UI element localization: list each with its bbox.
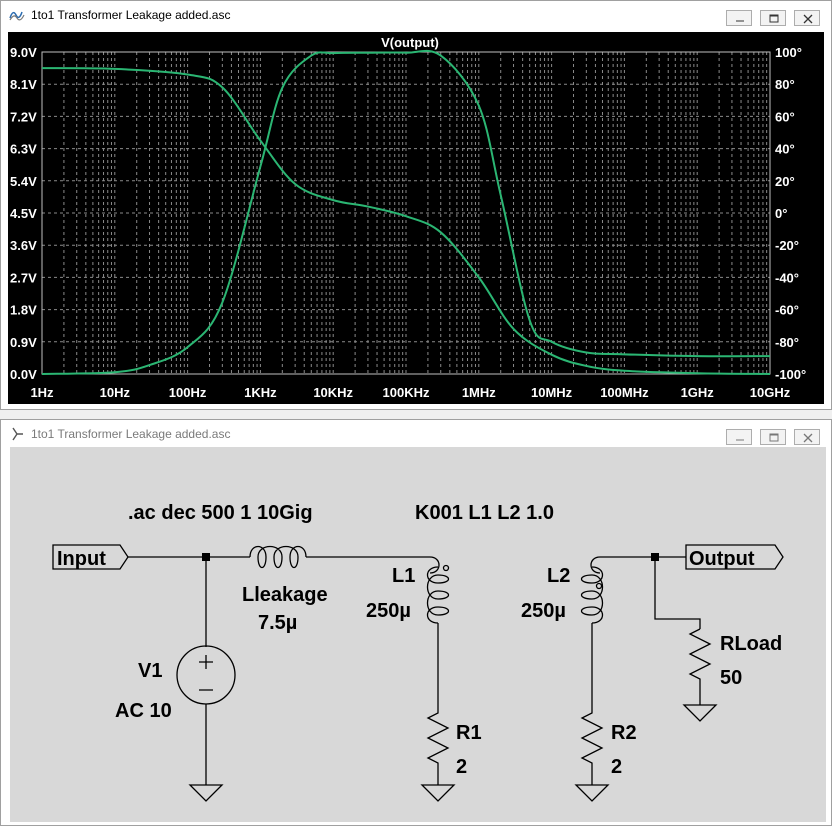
r1-name: R1: [456, 722, 482, 744]
y-right-tick-label: 100°: [775, 45, 802, 60]
schematic-minimize-button[interactable]: [726, 429, 752, 445]
y-left-tick-label: 2.7V: [10, 270, 37, 285]
schematic-close-button[interactable]: [794, 429, 820, 445]
chart-title: V(output): [381, 35, 439, 50]
y-right-tick-label: -20°: [775, 238, 799, 253]
input-label-text: Input: [57, 548, 106, 570]
y-left-tick-label: 5.4V: [10, 174, 37, 189]
y-left-tick-label: 8.1V: [10, 77, 37, 92]
y-right-tick-label: -60°: [775, 303, 799, 318]
l1-name: L1: [392, 565, 415, 587]
x-tick-label: 100MHz: [600, 385, 649, 400]
x-tick-label: 1KHz: [244, 385, 277, 400]
minimize-icon: [736, 439, 744, 441]
y-right-tick-label: 80°: [775, 77, 795, 92]
ac-directive[interactable]: .ac dec 500 1 10Gig: [128, 502, 313, 524]
y-left-tick-label: 0.9V: [10, 335, 37, 350]
plot-window-title: 1to1 Transformer Leakage added.asc: [31, 8, 231, 22]
y-right-tick-label: 20°: [775, 174, 795, 189]
plot-background: [8, 32, 824, 404]
y-left-tick-label: 9.0V: [10, 45, 37, 60]
maximize-icon: [769, 14, 779, 23]
x-tick-label: 10KHz: [313, 385, 353, 400]
y-right-tick-label: 40°: [775, 142, 795, 157]
l2-value: 250µ: [521, 600, 566, 622]
y-left-tick-label: 7.2V: [10, 109, 37, 124]
y-left-tick-label: 0.0V: [10, 367, 37, 382]
output-label-text: Output: [689, 548, 755, 570]
x-tick-label: 100KHz: [383, 385, 430, 400]
y-left-tick-label: 1.8V: [10, 303, 37, 318]
y-right-tick-label: -100°: [775, 367, 806, 382]
rload-value: 50: [720, 667, 742, 689]
x-tick-label: 1MHz: [462, 385, 496, 400]
x-tick-label: 10Hz: [100, 385, 131, 400]
r2-value: 2: [611, 756, 622, 778]
maximize-icon: [769, 433, 779, 442]
lleakage-value: 7.5µ: [258, 612, 297, 634]
plot-window-titlebar[interactable]: 1to1 Transformer Leakage added.asc: [1, 1, 831, 29]
y-right-tick-label: -80°: [775, 335, 799, 350]
schematic-icon: [12, 427, 23, 441]
x-tick-label: 100Hz: [169, 385, 207, 400]
l2-name: L2: [547, 565, 570, 587]
close-icon: [803, 14, 813, 24]
y-right-tick-label: 0°: [775, 206, 787, 221]
y-left-tick-label: 3.6V: [10, 238, 37, 253]
schematic-window-titlebar[interactable]: 1to1 Transformer Leakage added.asc: [1, 420, 831, 448]
minimize-button[interactable]: [726, 10, 752, 26]
waveform-icon: [9, 11, 25, 21]
coupling-directive[interactable]: K001 L1 L2 1.0: [415, 502, 554, 524]
close-button[interactable]: [794, 10, 820, 26]
r1-value: 2: [456, 756, 467, 778]
schematic-canvas[interactable]: .ac dec 500 1 10Gig K001 L1 L2 1.0 Input…: [10, 447, 826, 822]
v1-name: V1: [138, 660, 162, 682]
schematic-maximize-button[interactable]: [760, 429, 786, 445]
y-right-tick-label: -40°: [775, 270, 799, 285]
schematic-window-title: 1to1 Transformer Leakage added.asc: [31, 427, 231, 441]
x-tick-label: 1GHz: [681, 385, 715, 400]
x-tick-label: 10MHz: [531, 385, 573, 400]
r2-name: R2: [611, 722, 637, 744]
x-tick-label: 10GHz: [750, 385, 791, 400]
close-icon: [803, 433, 813, 443]
x-tick-label: 1Hz: [30, 385, 54, 400]
maximize-button[interactable]: [760, 10, 786, 26]
waveform-plot[interactable]: V(output) 0.0V 0.9V 1.8V 2.7V 3.6V 4.5V 5.4V 6.…: [8, 32, 824, 404]
y-right-tick-label: 60°: [775, 109, 795, 124]
l1-value: 250µ: [366, 600, 411, 622]
y-left-tick-label: 6.3V: [10, 142, 37, 157]
v1-value: AC 10: [115, 700, 172, 722]
y-left-tick-label: 4.5V: [10, 206, 37, 221]
rload-name: RLoad: [720, 633, 782, 655]
minimize-icon: [736, 20, 744, 22]
lleakage-name: Lleakage: [242, 584, 328, 606]
